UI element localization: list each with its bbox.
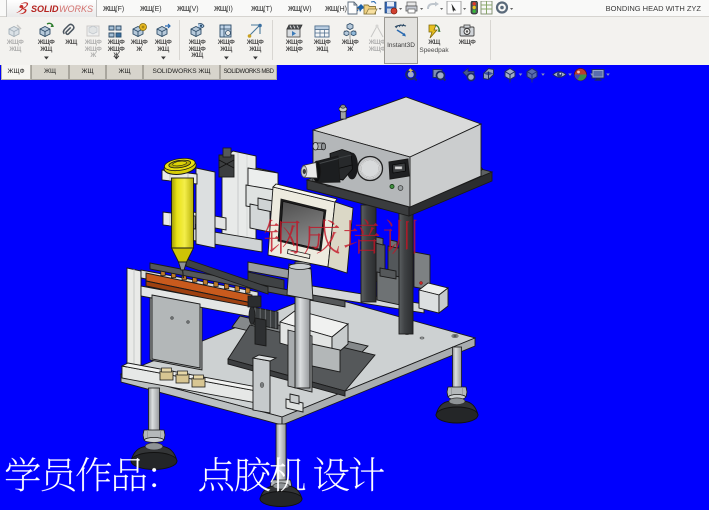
svg-text:SOLID: SOLID (31, 4, 59, 14)
svg-text:WORKS: WORKS (59, 4, 93, 14)
